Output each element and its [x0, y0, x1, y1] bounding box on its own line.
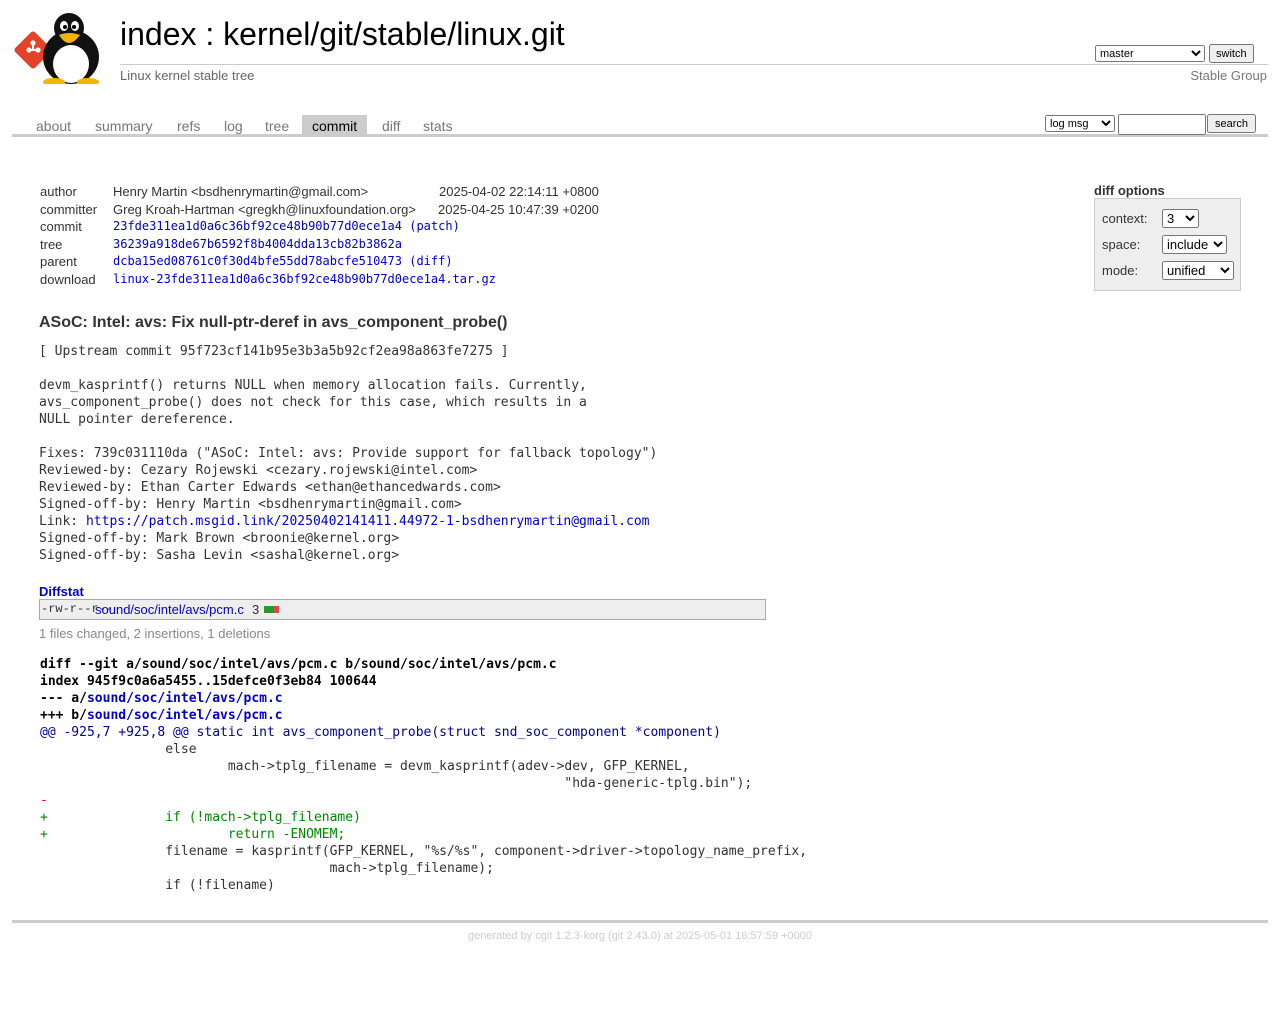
tab-summary[interactable]: summary	[95, 115, 153, 134]
index-link[interactable]: index	[120, 16, 197, 52]
search-button[interactable]: search	[1207, 114, 1257, 133]
context-label: context:	[1102, 211, 1148, 226]
space-select[interactable]: include	[1162, 235, 1227, 254]
diff-context-line: filename = kasprintf(GFP_KERNEL, "%s/%s"…	[40, 844, 808, 859]
kernel-logo[interactable]	[14, 12, 110, 84]
diff-minus-header: --- a/sound/soc/intel/avs/pcm.c	[40, 691, 283, 706]
footer-git-version: (git 2.43.0)	[604, 930, 661, 942]
message-line: avs_component_probe() does not check for…	[39, 395, 587, 410]
diff-view: diff --git a/sound/soc/intel/avs/pcm.c b…	[40, 656, 807, 894]
parent-label: parent	[40, 254, 77, 270]
footer: generated by cgit 1.2.3-korg (git 2.43.0…	[0, 930, 1280, 942]
link-label: Link:	[39, 514, 86, 529]
message-line: [ Upstream commit 95f723cf141b95e3b3a5b9…	[39, 344, 509, 359]
mode-select[interactable]: unified	[1162, 261, 1234, 280]
committer-value: Greg Kroah-Hartman <gregkh@linuxfoundati…	[113, 201, 416, 217]
diffstat-file-link[interactable]: sound/soc/intel/avs/pcm.c	[95, 602, 244, 617]
patch-link[interactable]: (patch)	[409, 219, 460, 233]
committer-date: 2025-04-25 10:47:39 +0200	[438, 201, 599, 217]
tab-tree[interactable]: tree	[265, 115, 289, 134]
diffstat-insertions-bar	[264, 606, 274, 613]
tree-label: tree	[40, 236, 63, 252]
diffstat-summary: 1 files changed, 2 insertions, 1 deletio…	[39, 626, 271, 641]
tab-commit[interactable]: commit	[302, 115, 368, 134]
hunk-header: @@ -925,7 +925,8 @@ static int avs_compo…	[40, 724, 807, 741]
diff-add-line: + if (!mach->tplg_filename)	[40, 810, 361, 825]
diffstat-link[interactable]: Diffstat	[39, 584, 84, 599]
page-title: index : kernel/git/stable/linux.git	[120, 16, 565, 53]
space-label: space:	[1102, 237, 1141, 252]
patch-msgid-link[interactable]: https://patch.msgid.link/20250402141411.…	[86, 514, 650, 529]
diff-options-title: diff options	[1094, 183, 1165, 198]
footer-divider	[12, 920, 1268, 923]
diff-options-panel: context: 3 space: include mode: unified	[1094, 198, 1241, 291]
message-line: Signed-off-by: Mark Brown <broonie@kerne…	[39, 531, 400, 546]
message-line: Reviewed-by: Cezary Rojewski <cezary.roj…	[39, 463, 478, 478]
message-line: Signed-off-by: Sasha Levin <sashal@kerne…	[39, 548, 400, 563]
message-line: Signed-off-by: Henry Martin <bsdhenrymar…	[39, 497, 462, 512]
commit-message: [ Upstream commit 95f723cf141b95e3b3a5b9…	[39, 343, 657, 564]
footer-timestamp: at 2025-05-01 16:57:59 +0000	[660, 930, 812, 942]
header-divider	[120, 64, 1268, 65]
diffstat-count: 3	[252, 602, 260, 617]
message-line: Reviewed-by: Ethan Carter Edwards <ethan…	[39, 480, 501, 495]
tab-refs[interactable]: refs	[177, 115, 200, 134]
message-line: NULL pointer dereference.	[39, 412, 235, 427]
diff-context-line: "hda-generic-tplg.bin");	[40, 776, 753, 791]
cgit-link[interactable]: cgit 1.2.3-korg	[535, 930, 605, 942]
author-label: author	[40, 184, 77, 199]
diff-plus-header: +++ b/sound/soc/intel/avs/pcm.c	[40, 708, 283, 723]
commit-hash-link[interactable]: 23fde311ea1d0a6c36bf92ce48b90b77d0ece1a4	[113, 219, 402, 233]
download-label: download	[40, 271, 96, 287]
tab-about[interactable]: about	[36, 115, 71, 134]
diff-context-line: else	[40, 742, 197, 757]
message-line: devm_kasprintf() returns NULL when memor…	[39, 378, 587, 393]
tab-log[interactable]: log	[224, 115, 243, 134]
download-link[interactable]: linux-23fde311ea1d0a6c36bf92ce48b90b77d0…	[113, 272, 496, 286]
mode-label: mode:	[1102, 263, 1139, 278]
footer-generated: generated by	[467, 930, 536, 942]
committer-label: committer	[40, 201, 98, 217]
author-date: 2025-04-02 22:14:11 +0800	[439, 184, 599, 199]
repo-owner: Stable Group	[1190, 68, 1267, 83]
context-select[interactable]: 3	[1162, 209, 1199, 228]
author-value: Henry Martin <bsdhenrymartin@gmail.com>	[113, 184, 369, 199]
hunk-function: static int avs_component_probe(struct sn…	[188, 725, 721, 740]
parent-diff-link[interactable]: (diff)	[409, 254, 452, 268]
diff-context-line: mach->tplg_filename = devm_kasprintf(ade…	[40, 759, 690, 774]
diff-index-line: index 945f9c0a6a5455..15defce0f3eb84 100…	[40, 674, 377, 689]
switch-button[interactable]: switch	[1209, 44, 1254, 63]
tab-stats[interactable]: stats	[423, 115, 453, 134]
message-line: Fixes: 739c031110da ("ASoC: Intel: avs: …	[39, 446, 658, 461]
commit-subject: ASoC: Intel: avs: Fix null-ptr-deref in …	[39, 314, 508, 331]
diff-git-line: diff --git a/sound/soc/intel/avs/pcm.c b…	[40, 657, 557, 672]
diffstat-deletions-bar	[274, 606, 279, 613]
diff-lines: else mach->tplg_filename = devm_kasprint…	[40, 741, 807, 894]
tab-diff[interactable]: diff	[382, 115, 400, 134]
search-input[interactable]	[1118, 114, 1206, 135]
hunk-range: @@ -925,7 +925,8 @@	[40, 725, 189, 740]
message-link-line: Link: https://patch.msgid.link/202504021…	[39, 513, 657, 530]
diff-context-line: if (!filename)	[40, 878, 275, 893]
diff-add-line: + return -ENOMEM;	[40, 827, 346, 842]
parent-hash-link[interactable]: dcba15ed08761c0f30d4bfe55dd78abcfe510473	[113, 254, 402, 268]
branch-select[interactable]: master	[1095, 45, 1205, 62]
title-separator: :	[196, 16, 224, 52]
repo-link[interactable]: kernel/git/stable/linux.git	[223, 16, 565, 52]
diff-new-file-link[interactable]: sound/soc/intel/avs/pcm.c	[87, 708, 283, 723]
repo-description: Linux kernel stable tree	[120, 68, 255, 83]
diffstat-graph	[264, 606, 279, 613]
diffstat-table: -rw-r--r-- sound/soc/intel/avs/pcm.c 3	[39, 599, 766, 620]
diff-context-line: mach->tplg_filename);	[40, 861, 494, 876]
message-line	[39, 428, 657, 445]
tree-hash-link[interactable]: 36239a918de67b6592f8b4004dda13cb82b3862a	[113, 237, 402, 251]
search-type-select[interactable]: log msg	[1045, 115, 1115, 132]
message-line	[39, 360, 657, 377]
commit-label: commit	[40, 219, 82, 235]
diff-old-file-link[interactable]: sound/soc/intel/avs/pcm.c	[87, 691, 283, 706]
diff-del-line: -	[40, 793, 48, 808]
